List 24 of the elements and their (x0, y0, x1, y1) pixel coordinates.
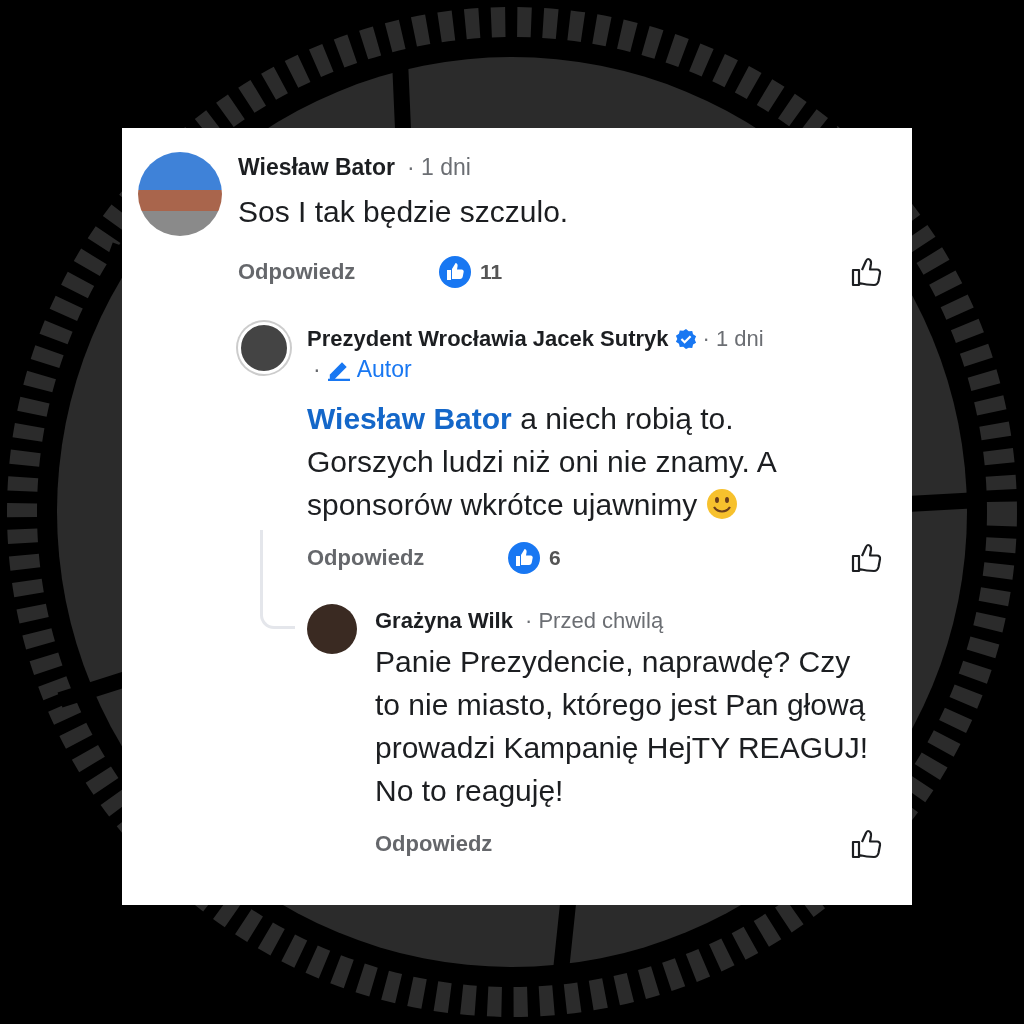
mention-link[interactable]: Wiesław Bator (307, 402, 512, 435)
like-reaction-icon[interactable] (507, 541, 541, 575)
reaction-count: 11 (480, 260, 503, 284)
author-label: Autor (356, 356, 412, 383)
comment-text: Wiesław Bator a niech robią to. Gorszych ludzi niż oni nie znamy. A sponsorów wkrótce ujawnimy (307, 401, 777, 523)
reply-link[interactable]: Odpowiedz (307, 545, 507, 571)
like-thumb-icon[interactable] (850, 256, 882, 288)
comment-time: · Przed chwilą (524, 608, 664, 634)
comment-time: · 1 dni (702, 326, 764, 352)
separator-dot: · (313, 356, 321, 383)
reaction-count: 6 (549, 546, 561, 570)
author-name[interactable]: Prezydent Wrocławia Jacek Sutryk (307, 326, 669, 352)
like-reaction-icon[interactable] (438, 255, 472, 289)
reply-link[interactable]: Odpowiedz (375, 831, 575, 857)
like-thumb-icon[interactable] (850, 828, 882, 860)
avatar[interactable] (238, 322, 290, 374)
like-thumb-icon[interactable] (850, 542, 882, 574)
comment-text: Panie Prezydencie, naprawdę? Czy to nie miasto, którego jest Pan głową prowadzi Kampanię HejTY REAGUJ! No to reaguję! (375, 644, 869, 809)
comment-text: Sos I tak będzie szczulo. (238, 194, 570, 230)
avatar[interactable] (307, 604, 357, 654)
author-name[interactable]: Wiesław Bator (238, 154, 395, 181)
author-name[interactable]: Grażyna Wilk (375, 608, 513, 634)
comment-time: · 1 dni (407, 154, 471, 181)
reply-link[interactable]: Odpowiedz (238, 259, 438, 285)
